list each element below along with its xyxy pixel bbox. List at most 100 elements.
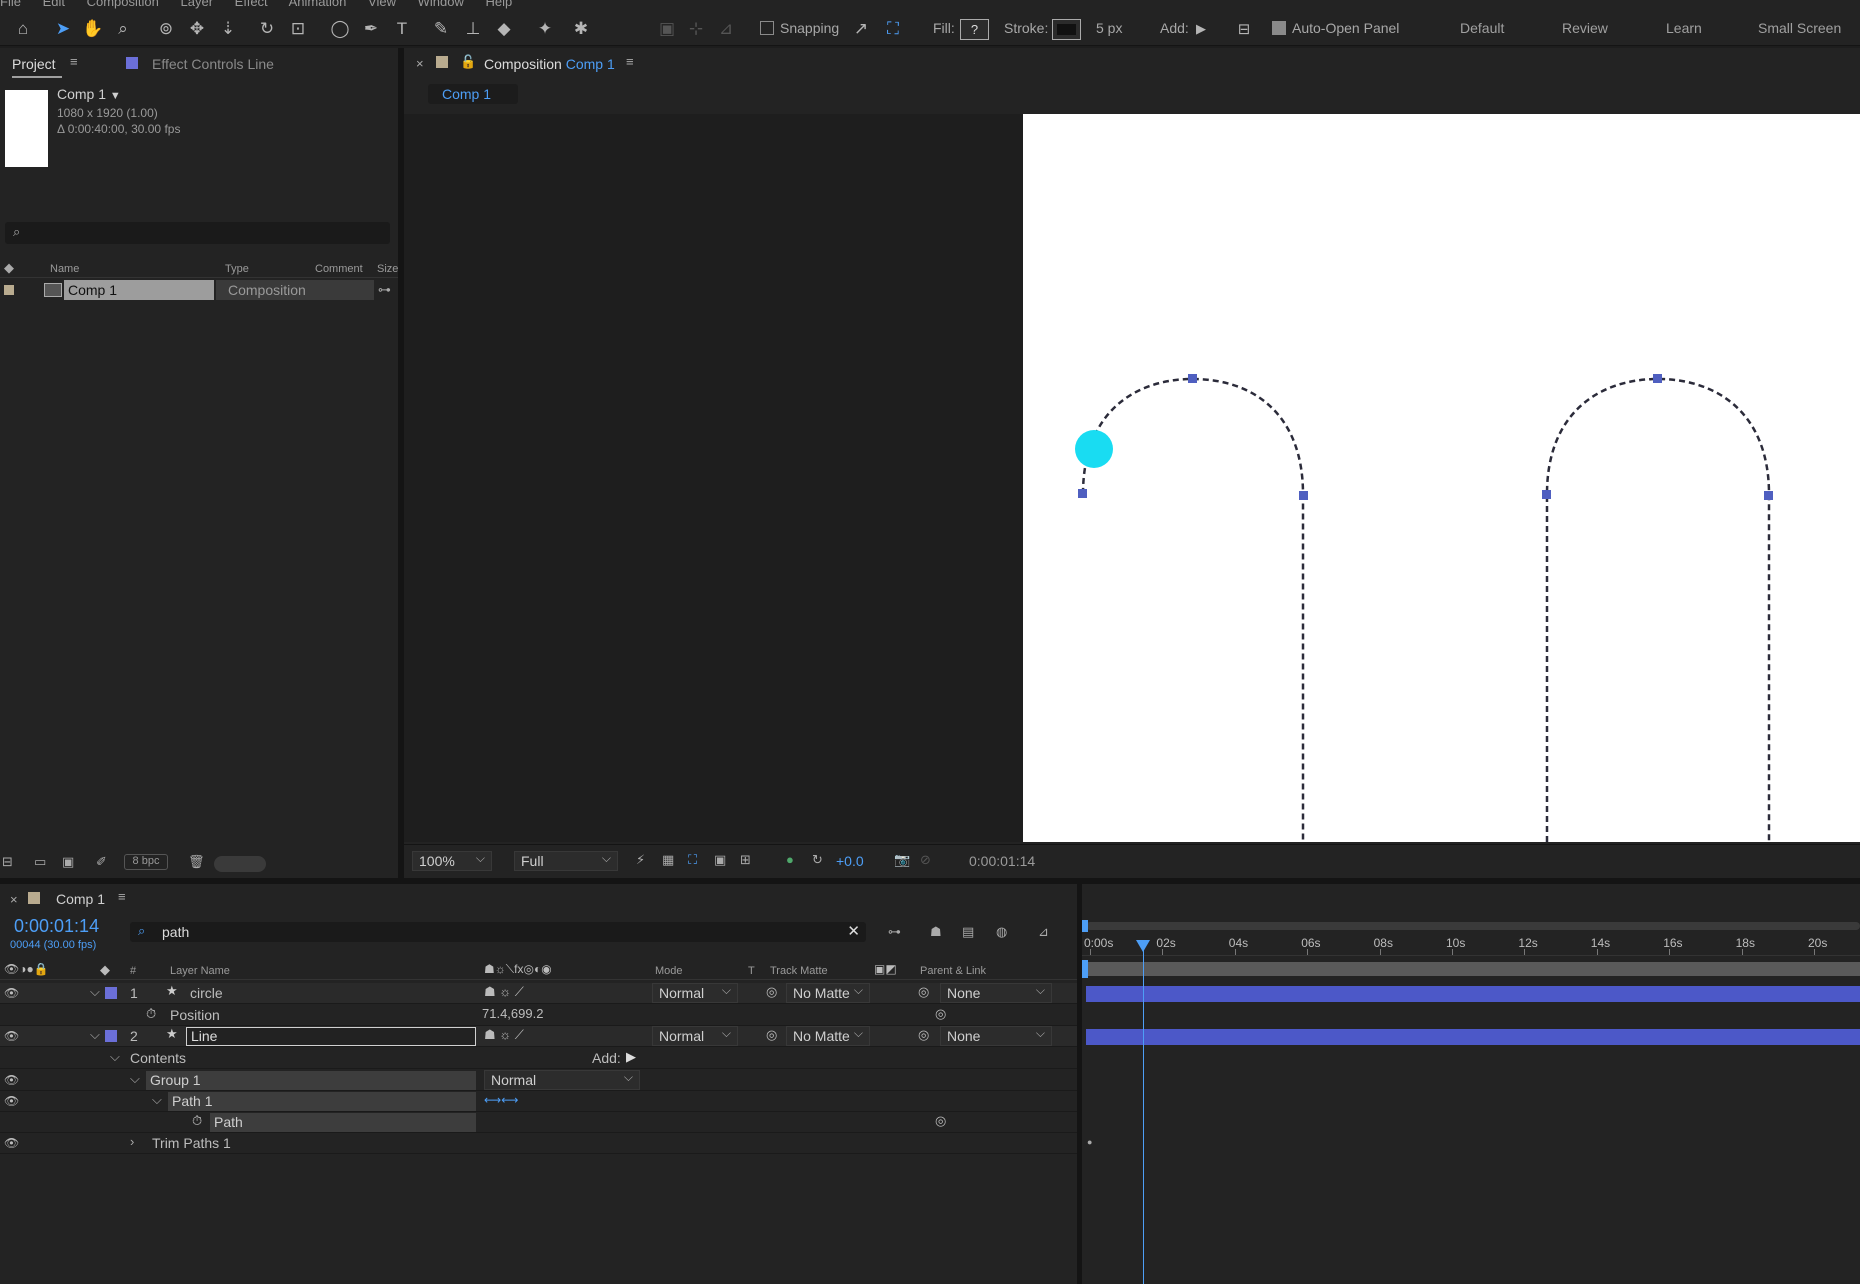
- project-search-input[interactable]: ⌕: [5, 222, 390, 244]
- frame-blending-icon[interactable]: ▤: [962, 924, 974, 940]
- snap-features-icon[interactable]: ⛶: [882, 18, 904, 40]
- brush-tool-icon[interactable]: ✎: [430, 18, 452, 40]
- show-snapshot-icon[interactable]: ⊘: [920, 852, 931, 868]
- pan-behind-tool-icon[interactable]: ⊡: [287, 18, 309, 40]
- menu-effect[interactable]: Effect: [235, 0, 268, 9]
- layer-color-chip[interactable]: [105, 987, 117, 999]
- viewer-timecode[interactable]: 0:00:01:14: [969, 853, 1035, 869]
- project-item-row[interactable]: Comp 1 Composition ⊶: [0, 280, 398, 300]
- shy-layers-icon[interactable]: ☗: [930, 924, 942, 940]
- expand-chevron-icon[interactable]: ⌵: [130, 1071, 140, 1087]
- label-column-icon[interactable]: ◆: [100, 962, 110, 978]
- expression-pickwhip-icon[interactable]: ◎: [935, 1113, 946, 1129]
- path1-name[interactable]: Path 1: [168, 1092, 476, 1111]
- track-matte-dropdown[interactable]: No Matte: [786, 981, 870, 1003]
- eraser-tool-icon[interactable]: ◆: [493, 18, 515, 40]
- comp-info-name[interactable]: Comp 1 ▼: [57, 86, 121, 102]
- add-play-icon[interactable]: ▶: [1190, 18, 1212, 40]
- line-path-right[interactable]: [1545, 377, 1771, 842]
- playhead-handle[interactable]: [1136, 940, 1151, 952]
- layer-bar-circle[interactable]: [1086, 986, 1860, 1002]
- motion-blur-icon[interactable]: ◍: [996, 924, 1007, 940]
- circle-layer[interactable]: [1075, 430, 1113, 468]
- workspace-learn[interactable]: Learn: [1666, 20, 1702, 36]
- new-folder-icon[interactable]: ▭: [34, 854, 46, 870]
- vertex-handle[interactable]: [1188, 374, 1197, 383]
- path-property-name[interactable]: Path: [210, 1113, 476, 1132]
- vertex-handle[interactable]: [1764, 491, 1773, 500]
- expand-chevron-icon[interactable]: ⌵: [90, 984, 100, 1000]
- col-mode[interactable]: Mode: [655, 965, 683, 977]
- fill-swatch[interactable]: ?: [960, 19, 989, 40]
- snap-edges-icon[interactable]: ↗: [850, 18, 872, 40]
- menu-composition[interactable]: Composition: [87, 0, 159, 9]
- layer-row-line[interactable]: 👁 ⌵ 2 ★ Line ☗ ☼ ⟋ Normal ◎ No Matte ◎ N…: [0, 1024, 1085, 1047]
- comp-mini-flowchart-icon[interactable]: ⊶: [888, 924, 901, 940]
- interpret-footage-icon[interactable]: ⊟: [2, 854, 13, 870]
- group-blend-mode-dropdown[interactable]: Normal: [484, 1068, 640, 1090]
- fast-preview-icon[interactable]: ⚡: [636, 852, 645, 868]
- stroke-width[interactable]: 5 px: [1096, 20, 1122, 36]
- puppet-tool-icon[interactable]: ✱: [570, 18, 592, 40]
- workspace-default[interactable]: Default: [1460, 20, 1504, 36]
- expand-chevron-icon[interactable]: ⌵: [152, 1092, 162, 1108]
- layer-color-chip[interactable]: [105, 1030, 117, 1042]
- path-direction-icons[interactable]: ⟷⟷: [484, 1093, 518, 1107]
- new-comp-icon[interactable]: ▣: [62, 854, 74, 870]
- layer-bar-line[interactable]: [1086, 1029, 1860, 1045]
- work-area-bar[interactable]: [1086, 962, 1860, 976]
- time-ruler[interactable]: 0:00s 02s 04s 06s 08s 10s 12s 14s 16s 18s 20s: [1082, 934, 1860, 956]
- roto-brush-icon[interactable]: ✦: [534, 18, 556, 40]
- line-path-left[interactable]: [1081, 377, 1305, 842]
- flowchart-icon[interactable]: ⊶: [378, 282, 391, 298]
- menu-window[interactable]: Window: [418, 0, 464, 9]
- col-comment[interactable]: Comment: [315, 263, 363, 275]
- local-axis-icon[interactable]: ▣: [656, 18, 678, 40]
- property-row-trim-paths[interactable]: 👁 › Trim Paths 1: [0, 1133, 1085, 1154]
- visibility-column-icon[interactable]: 👁◑●🔒: [4, 962, 49, 976]
- workspace-small-screen[interactable]: Small Screen: [1758, 20, 1841, 36]
- property-row-path[interactable]: ⏱ Path ◎: [0, 1112, 1085, 1133]
- comp-breadcrumb[interactable]: Comp 1: [428, 84, 518, 104]
- expression-pickwhip-icon[interactable]: ◎: [935, 1006, 946, 1022]
- current-time[interactable]: 0:00:01:14: [14, 916, 99, 937]
- snapshot-icon[interactable]: 📷: [894, 852, 910, 868]
- snapping-checkbox[interactable]: [760, 21, 774, 35]
- track-matte-dropdown[interactable]: No Matte: [786, 1024, 870, 1046]
- expand-chevron-icon[interactable]: ⌵: [110, 1049, 120, 1065]
- ellipse-tool-icon[interactable]: ◯: [329, 18, 351, 40]
- layer-switches[interactable]: ☗ ☼ ⟋: [484, 1027, 524, 1043]
- property-row-position[interactable]: ⏱ Position 71.4,699.2 ◎: [0, 1005, 1085, 1026]
- lock-icon[interactable]: 🔓: [460, 54, 476, 70]
- eye-icon[interactable]: 👁: [4, 1094, 19, 1108]
- col-layer-name[interactable]: Layer Name: [170, 965, 230, 977]
- zoom-tool-icon[interactable]: ⌕: [112, 18, 134, 40]
- home-icon[interactable]: ⌂: [12, 18, 34, 40]
- pan-camera-icon[interactable]: ✥: [186, 18, 208, 40]
- close-tab-icon[interactable]: ×: [416, 56, 424, 71]
- hand-tool-icon[interactable]: ✋: [82, 18, 104, 40]
- parent-pickwhip-icon[interactable]: ◎: [918, 984, 929, 1000]
- guides-icon[interactable]: ⊞: [740, 852, 751, 868]
- dolly-camera-icon[interactable]: ⇣: [217, 18, 239, 40]
- composition-frame[interactable]: [1023, 114, 1860, 842]
- parent-dropdown[interactable]: None: [940, 1024, 1052, 1046]
- layer-mode-dropdown[interactable]: Normal: [652, 981, 738, 1003]
- exposure-value[interactable]: +0.0: [836, 853, 864, 869]
- menu-animation[interactable]: Animation: [289, 0, 347, 9]
- col-name[interactable]: Name: [50, 263, 79, 275]
- playhead[interactable]: [1143, 940, 1145, 1284]
- stopwatch-icon[interactable]: ⏱: [146, 1006, 156, 1022]
- eye-icon[interactable]: 👁: [4, 1029, 19, 1043]
- rotation-tool-icon[interactable]: ↻: [256, 18, 278, 40]
- world-axis-icon[interactable]: ⊹: [685, 18, 707, 40]
- menu-view[interactable]: View: [368, 0, 396, 9]
- thumbnail-slider[interactable]: [214, 856, 266, 872]
- eye-icon[interactable]: 👁: [4, 1073, 19, 1087]
- col-parent[interactable]: Parent & Link: [920, 965, 986, 977]
- parent-pickwhip-icon[interactable]: ◎: [918, 1027, 929, 1043]
- menu-help[interactable]: Help: [485, 0, 512, 9]
- trash-icon[interactable]: 🗑: [188, 854, 205, 870]
- keyframe-dot[interactable]: ●: [1087, 1137, 1092, 1147]
- layer-switches[interactable]: ☗ ☼ ⟋: [484, 984, 524, 1000]
